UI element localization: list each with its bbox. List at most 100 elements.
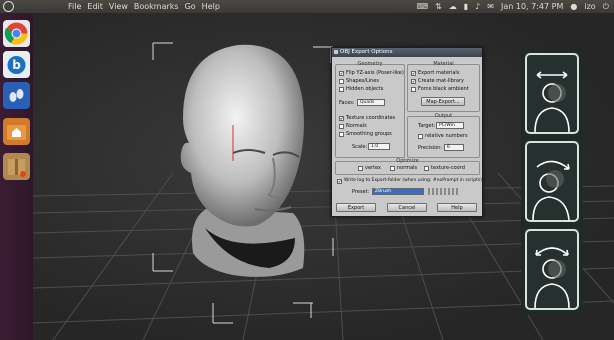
texcoords-label: Texture coordinates [346,115,396,121]
hidden-checkbox[interactable] [339,86,344,92]
write-log-label: Write log to Export-folder (when using: … [344,178,482,183]
create-mat-row[interactable]: ✔ Create mat-library [411,78,464,84]
precision-row: Precision: [418,145,442,151]
flip-yz-checkbox[interactable]: ✔ [339,70,344,76]
b-logo-icon: b [7,56,26,74]
normals-checkbox[interactable] [339,123,344,129]
force-black-row[interactable]: Force black ambient [411,86,469,92]
opt-vertex-checkbox[interactable] [358,165,363,171]
smoothing-checkbox[interactable] [339,131,344,137]
menu-edit[interactable]: Edit [87,1,103,12]
head-model[interactable] [180,44,305,277]
target-row: Target: [418,123,435,129]
opt-texcoord-checkbox[interactable] [424,165,429,171]
target-select[interactable]: PC/Win [436,122,464,129]
keyboard-icon[interactable]: ⌨ [417,1,429,12]
launcher: b [0,13,34,340]
smoothing-row[interactable]: Smoothing groups [339,131,392,137]
write-log-checkbox[interactable]: ✔ [337,178,342,184]
box-icon [8,159,26,177]
export-materials-checkbox[interactable]: ✔ [411,70,416,76]
shapes-label: Shapes/Lines [346,78,379,84]
cancel-button[interactable]: Cancel [387,203,427,212]
preset-value: ZBrush [375,189,392,194]
export-materials-label: Export materials [418,70,460,76]
power-icon[interactable]: ⏻ [603,1,609,12]
export-button[interactable]: Export [336,203,376,212]
user-icon[interactable]: ● [570,1,577,12]
menu-go[interactable]: Go [185,1,196,12]
opt-texcoord-row[interactable]: texture-coord [424,165,465,171]
geometry-group: Geometry ✔ Flip YZ-axis (Poser-like) Sha… [335,61,405,158]
export-materials-row[interactable]: ✔ Export materials [411,70,459,76]
help-button[interactable]: Help [437,203,477,212]
menu-view[interactable]: View [109,1,128,12]
relative-row[interactable]: relative numbers [418,133,468,139]
create-mat-checkbox[interactable]: ✔ [411,78,416,84]
rotate-head-tool[interactable] [525,141,579,222]
house-icon [7,125,26,140]
spin-head-tool[interactable] [525,229,579,310]
shapes-row[interactable]: Shapes/Lines [339,78,379,84]
relative-checkbox[interactable] [418,133,423,139]
hidden-label: Hidden objects [346,86,384,92]
battery-icon[interactable]: ▮ [464,1,468,12]
preset-toolbar[interactable] [428,188,458,195]
move-head-tool[interactable] [525,53,579,134]
force-black-checkbox[interactable] [411,86,416,92]
output-label: Output [434,113,453,119]
footprints-icon [9,89,24,102]
chrome-icon[interactable] [3,20,30,47]
smoothing-label: Smoothing groups [346,131,392,137]
force-black-label: Force black ambient [418,86,469,92]
opt-normals-row[interactable]: normals [390,165,417,171]
volume-icon[interactable]: ♪ [475,1,480,12]
geometry-label: Geometry [357,61,383,67]
hidden-row[interactable]: Hidden objects [339,86,383,92]
navigation-tools-panel [521,49,583,315]
dialog-title: OBJ Export Options [340,49,393,55]
relative-label: relative numbers [425,133,468,139]
footprint-icon[interactable] [3,82,30,109]
menu-bar: File Edit View Bookmarks Go Help [68,1,220,12]
precision-spinner[interactable]: 6 [444,144,464,151]
target-value: PC/Win [439,123,455,128]
normals-row[interactable]: Normals [339,123,367,129]
shapes-checkbox[interactable] [339,78,344,84]
menu-help[interactable]: Help [202,1,220,12]
spin-head-icon [534,247,570,308]
menu-file[interactable]: File [68,1,81,12]
bookmark-b-icon[interactable]: b [3,51,30,78]
flip-yz-row[interactable]: ✔ Flip YZ-axis (Poser-like) [339,70,404,76]
preset-select[interactable]: ZBrush [372,188,424,195]
scale-row: Scale: [352,144,367,150]
network-icon[interactable]: ⇅ [435,1,442,12]
texcoords-checkbox[interactable]: ✔ [339,115,344,121]
faces-select[interactable]: Quads [357,99,385,106]
write-log-row[interactable]: ✔ Write log to Export-folder (when using… [337,178,482,184]
texcoords-row[interactable]: ✔ Texture coordinates [339,115,395,121]
opt-normals-checkbox[interactable] [390,165,395,171]
material-group: Material ✔ Export materials ✔ Create mat… [407,61,480,112]
rotate-head-icon [532,160,570,220]
opt-vertex-row[interactable]: vertex [358,165,381,171]
dialog-titlebar[interactable]: OBJ Export Options [332,48,482,57]
home-folder-icon[interactable] [3,118,30,145]
preset-label: Preset: [352,189,370,195]
system-tray: ⌨ ⇅ ☁ ▮ ♪ ✉ Jan 10, 7:47 PM ● izo ⏻ [417,1,609,12]
cloud-icon[interactable]: ☁ [449,1,457,12]
mail-icon[interactable]: ✉ [487,1,494,12]
opt-vertex-label: vertex [365,165,381,171]
scale-spinner[interactable]: 1.0 [368,143,390,150]
faces-label: Faces: [339,100,355,106]
flip-yz-label: Flip YZ-axis (Poser-like) [346,70,404,76]
map-export-button[interactable]: Map-Export... [421,97,465,106]
opt-texcoord-label: texture-coord [431,165,465,171]
user-name[interactable]: izo [584,1,595,12]
optimize-label: Optimize [396,158,419,164]
menu-bookmarks[interactable]: Bookmarks [134,1,179,12]
faces-row: Faces: [339,100,355,106]
ubuntu-logo-icon[interactable] [3,1,14,12]
package-icon[interactable] [3,153,30,180]
clock-label[interactable]: Jan 10, 7:47 PM [501,1,563,12]
